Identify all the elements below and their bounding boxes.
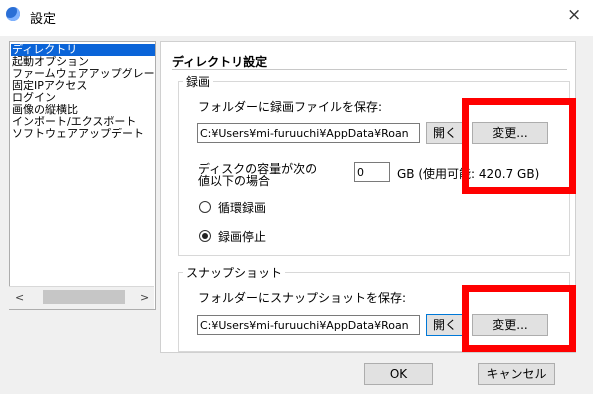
- recording-save-label: フォルダーに録画ファイルを保存:: [198, 100, 383, 114]
- cancel-button[interactable]: キャンセル: [478, 363, 555, 385]
- radio-loop-recording[interactable]: [199, 201, 211, 213]
- sidebar-item-firmware-upgrade[interactable]: ファームウェアアップグレード: [11, 68, 155, 80]
- scroll-right-icon[interactable]: >: [140, 291, 149, 304]
- scrollbar-thumb[interactable]: [43, 290, 125, 304]
- app-icon: [6, 7, 20, 21]
- radio-stop-label: 録画停止: [218, 230, 267, 244]
- sidebar-item-import-export[interactable]: インポート/エクスポート: [11, 116, 155, 128]
- sidebar-item-aspect-ratio[interactable]: 画像の縦横比: [11, 104, 155, 116]
- highlight-box-recording-change: [462, 98, 576, 194]
- highlight-box-snapshot-change: [462, 285, 576, 352]
- settings-category-list: ディレクトリ 起動オプション ファームウェアアップグレード 固定IPアクセス ロ…: [9, 41, 156, 310]
- window-title: 設定: [30, 12, 57, 27]
- recording-open-button[interactable]: 開く: [426, 122, 464, 144]
- sidebar-item-software-update[interactable]: ソフトウェアアップデート: [11, 128, 155, 140]
- snapshot-path-field[interactable]: C:¥Users¥mi-furuuchi¥AppData¥Roan: [197, 315, 420, 335]
- sidebar-item-startup-options[interactable]: 起動オプション: [11, 56, 155, 68]
- title-bar: [0, 0, 593, 36]
- recording-path-field[interactable]: C:¥Users¥mi-furuuchi¥AppData¥Roan: [197, 123, 420, 143]
- disk-threshold-label: ディスクの容量が次の 値以下の場合: [198, 162, 318, 188]
- sidebar-item-directory[interactable]: ディレクトリ: [11, 44, 155, 56]
- ok-button[interactable]: OK: [364, 363, 433, 385]
- sidebar-item-fixed-ip[interactable]: 固定IPアクセス: [11, 80, 155, 92]
- panel-title: ディレクトリ設定: [172, 55, 268, 69]
- title-divider: [172, 69, 567, 70]
- sidebar-item-login[interactable]: ログイン: [11, 92, 155, 104]
- snapshot-open-button[interactable]: 開く: [426, 314, 464, 336]
- recording-group-label: 録画: [183, 73, 214, 90]
- close-icon[interactable]: ×: [567, 6, 581, 24]
- disk-threshold-input[interactable]: 0: [354, 162, 390, 182]
- sidebar-horizontal-scrollbar[interactable]: < >: [9, 286, 154, 309]
- radio-loop-label: 循環録画: [218, 201, 267, 215]
- radio-stop-recording[interactable]: [199, 230, 211, 242]
- snapshot-save-label: フォルダーにスナップショットを保存:: [198, 291, 407, 305]
- snapshot-group-label: スナップショット: [183, 264, 286, 281]
- scroll-left-icon[interactable]: <: [15, 291, 24, 304]
